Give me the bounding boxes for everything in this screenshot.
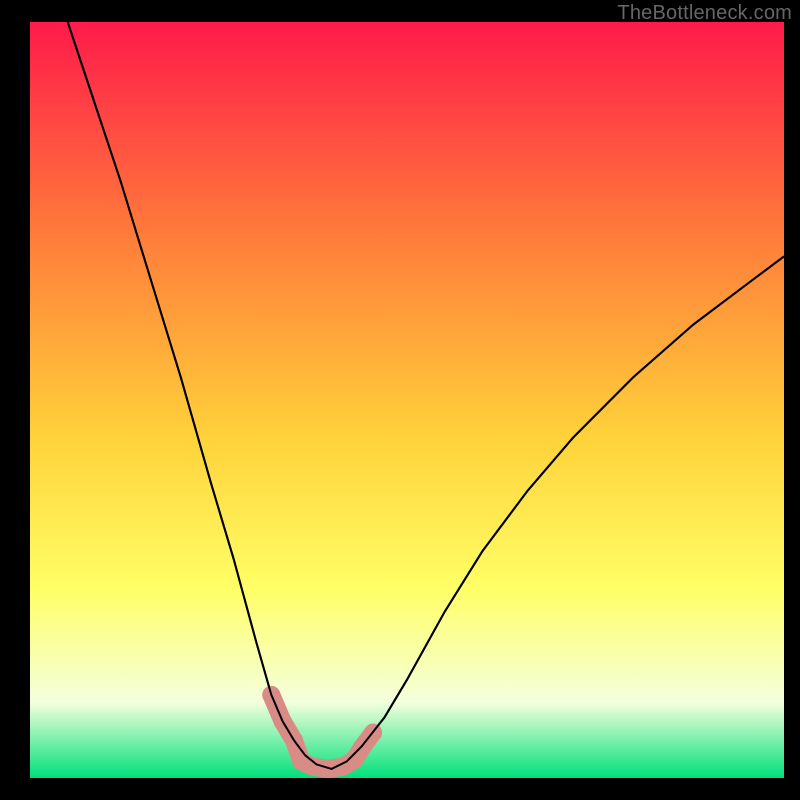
- plot-area: [30, 22, 784, 778]
- chart-svg: [30, 22, 784, 778]
- marker-dot: [319, 760, 337, 778]
- marker-dot: [353, 739, 371, 757]
- gradient-background: [30, 22, 784, 778]
- chart-frame: TheBottleneck.com: [0, 0, 800, 800]
